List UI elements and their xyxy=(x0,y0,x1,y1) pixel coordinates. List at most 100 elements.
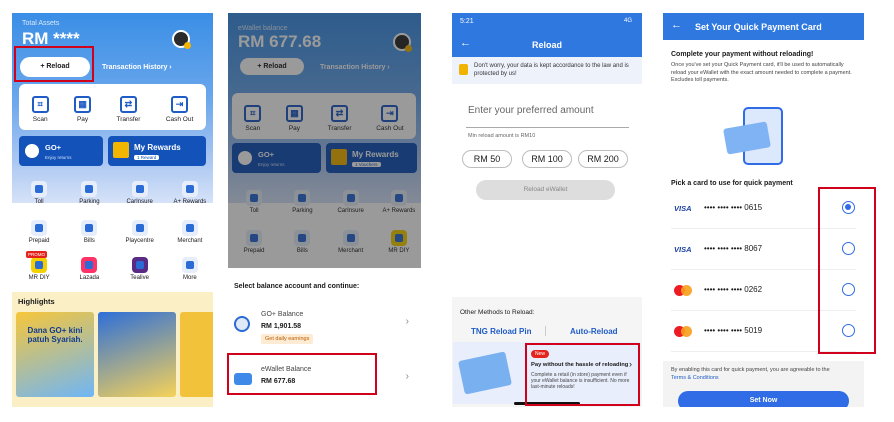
home-screen: Total Assets RM **** + Reload Transactio… xyxy=(12,13,213,407)
go-plus-balance-option[interactable]: GO+ Balance RM 1,901.58 Get daily earnin… xyxy=(234,306,415,346)
my-rewards-count: 1 Reward xyxy=(134,155,160,160)
bills-item[interactable]: Bills xyxy=(69,220,109,244)
visa-icon: VISA xyxy=(674,204,692,213)
back-arrow-icon[interactable]: ← xyxy=(671,19,682,31)
pay-button[interactable]: ▦ Pay xyxy=(74,95,92,123)
highlight-banner-2[interactable] xyxy=(98,312,176,397)
card-radio-8067[interactable] xyxy=(842,242,855,255)
card-row-0615[interactable]: VISA •••• •••• •••• 0615 xyxy=(671,189,856,229)
playcentre-item[interactable]: Playcentre xyxy=(120,220,160,244)
quick-payment-ad[interactable]: New Pay without the hassle of reloading … xyxy=(453,342,640,404)
card-radio-0615[interactable] xyxy=(842,201,855,214)
other-methods-title: Other Methods to Reload: xyxy=(460,309,535,316)
more-label: More xyxy=(183,275,197,281)
cash-out-icon: ⇥ xyxy=(171,95,189,113)
more-icon xyxy=(181,257,198,273)
lazada-item[interactable]: Lazada xyxy=(69,257,109,281)
card-row-8067[interactable]: VISA •••• •••• •••• 8067 xyxy=(671,230,856,270)
a-plus-rewards-item[interactable]: A+ Rewards xyxy=(170,181,210,205)
chevron-right-icon: › xyxy=(629,359,632,369)
chevron-right-icon: › xyxy=(405,371,409,382)
scan-button[interactable]: ⌗ Scan xyxy=(31,95,49,123)
card-row-0262[interactable]: •••• •••• •••• 0262 xyxy=(671,271,856,311)
card-number: •••• •••• •••• 0615 xyxy=(704,203,763,212)
visa-icon: VISA xyxy=(674,245,692,254)
terms-text: By enabling this card for quick payment,… xyxy=(671,367,830,373)
auto-reload-link[interactable]: Auto-Reload xyxy=(570,327,618,336)
lazada-label: Lazada xyxy=(79,275,100,281)
bills-icon xyxy=(81,220,98,236)
toll-item[interactable]: Toll xyxy=(19,181,59,205)
merchant-label: Merchant xyxy=(177,238,203,244)
pay-label: Pay xyxy=(76,115,89,123)
merchant-item[interactable]: Merchant xyxy=(170,220,210,244)
mastercard-icon xyxy=(674,326,692,337)
go-plus-card[interactable]: GO+ Enjoy returns xyxy=(19,136,103,166)
reload-ewallet-button[interactable]: Reload eWallet xyxy=(476,180,615,200)
go-plus-sub: Enjoy returns xyxy=(45,155,72,160)
playcentre-icon xyxy=(131,220,148,236)
card-radio-0262[interactable] xyxy=(842,283,855,296)
carinsure-item[interactable]: CarInsure xyxy=(120,181,160,205)
tealive-icon xyxy=(131,257,148,273)
rewards-icon xyxy=(181,181,198,197)
ewallet-balance-option[interactable]: eWallet Balance RM 677.68 › xyxy=(234,361,415,401)
prepaid-label: Prepaid xyxy=(28,238,50,244)
cash-out-label: Cash Out xyxy=(165,115,194,123)
mr-diy-label: MR DIY xyxy=(28,275,50,281)
qr-code-icon: ▦ xyxy=(74,95,92,113)
terms-link[interactable]: Terms & Conditions xyxy=(671,375,719,381)
scan-label: Scan xyxy=(32,115,48,123)
chip-rm-100[interactable]: RM 100 xyxy=(522,150,572,168)
privacy-note-text: Don't worry, your data is kept accordanc… xyxy=(474,63,629,77)
cash-out-button[interactable]: ⇥ Cash Out xyxy=(165,95,194,123)
transfer-icon: ⇄ xyxy=(119,95,137,113)
lazada-icon xyxy=(81,257,98,273)
tealive-item[interactable]: Tealive xyxy=(120,257,160,281)
amount-input[interactable]: Enter your preferred amount xyxy=(466,93,629,128)
card-row-5019[interactable]: •••• •••• •••• 5019 xyxy=(671,312,856,352)
tng-reload-pin-link[interactable]: TNG Reload Pin xyxy=(471,327,531,336)
balance-amount[interactable]: RM **** xyxy=(22,29,80,49)
prepaid-item[interactable]: Prepaid xyxy=(19,220,59,244)
more-item[interactable]: More xyxy=(170,257,210,281)
lock-icon xyxy=(459,64,468,75)
card-radio-5019[interactable] xyxy=(842,324,855,337)
transaction-history-link[interactable]: Transaction History › xyxy=(102,64,172,71)
go-plus-title: GO+ xyxy=(45,143,62,152)
chip-rm-200[interactable]: RM 200 xyxy=(578,150,628,168)
card-illustration-icon xyxy=(457,351,513,395)
mr-diy-item[interactable]: MR DIY xyxy=(19,257,59,281)
page-title: Set Your Quick Payment Card xyxy=(695,22,822,32)
parking-icon xyxy=(81,181,98,197)
amount-placeholder: Enter your preferred amount xyxy=(468,105,594,116)
status-time: 5:21 xyxy=(460,18,474,25)
highlight-banner-3[interactable] xyxy=(180,312,213,397)
prepaid-icon xyxy=(31,220,48,236)
playcentre-label: Playcentre xyxy=(125,238,154,244)
card-illustration-icon xyxy=(723,101,803,169)
my-rewards-title: My Rewards xyxy=(134,143,181,152)
app-bar: ← Set Your Quick Payment Card xyxy=(663,13,864,40)
chip-rm-50[interactable]: RM 50 xyxy=(462,150,512,168)
toll-icon xyxy=(31,181,48,197)
bills-label: Bills xyxy=(83,238,95,244)
overlay-dim[interactable] xyxy=(228,13,421,268)
go-plus-icon xyxy=(234,316,250,332)
avatar[interactable] xyxy=(172,30,191,49)
total-assets-label: Total Assets xyxy=(22,20,60,27)
transfer-button[interactable]: ⇄ Transfer xyxy=(116,95,140,123)
section-heading: Complete your payment without reloading! xyxy=(671,51,814,58)
my-rewards-card[interactable]: My Rewards 1 Reward xyxy=(108,136,206,166)
parking-item[interactable]: Parking xyxy=(69,181,109,205)
highlights-section: Highlights Dana GO+ kini patuh Syariah. xyxy=(12,292,213,407)
go-plus-balance-name: GO+ Balance xyxy=(261,311,304,318)
mr-diy-icon xyxy=(31,257,48,273)
reload-button[interactable]: + Reload xyxy=(20,57,90,77)
page-title: Reload xyxy=(531,40,562,50)
highlight-banner-1[interactable]: Dana GO+ kini patuh Syariah. xyxy=(16,312,94,397)
merchant-icon xyxy=(181,220,198,236)
service-row-1: Toll Parking CarInsure A+ Rewards xyxy=(14,181,213,205)
ad-title: Pay without the hassle of reloading xyxy=(531,362,629,368)
set-now-button[interactable]: Set Now xyxy=(678,391,849,407)
